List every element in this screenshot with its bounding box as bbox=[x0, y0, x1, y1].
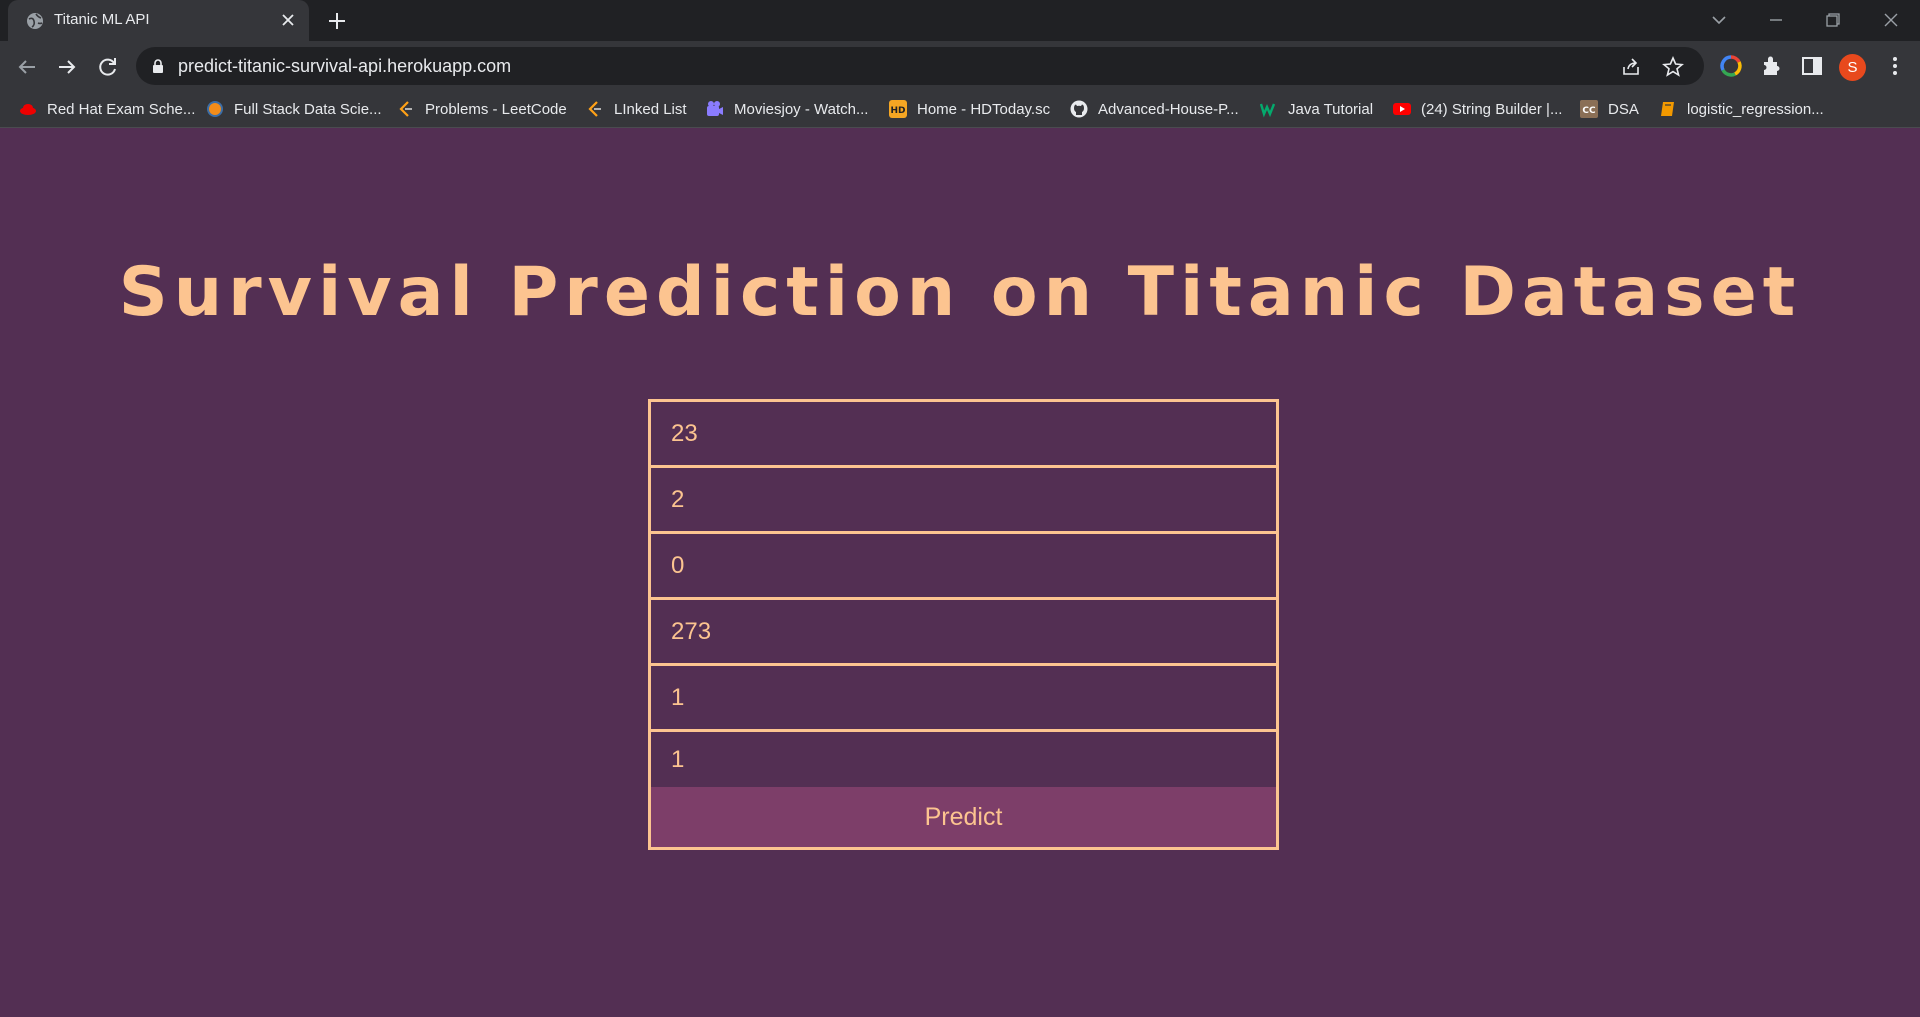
address-bar[interactable]: predict-titanic-survival-api.herokuapp.c… bbox=[136, 47, 1704, 85]
cc-icon: CC bbox=[1580, 100, 1598, 118]
new-tab-icon[interactable] bbox=[324, 10, 350, 32]
feature-input-3[interactable] bbox=[651, 534, 1276, 600]
reload-icon[interactable] bbox=[94, 53, 122, 81]
bookmark-item[interactable]: Problems - LeetCode bbox=[397, 98, 567, 120]
feature-input-1[interactable] bbox=[651, 402, 1276, 468]
bookmark-star-icon[interactable] bbox=[1662, 56, 1684, 78]
restore-icon[interactable] bbox=[1820, 8, 1846, 32]
extensions-puzzle-icon[interactable] bbox=[1759, 53, 1785, 79]
feature-input-2[interactable] bbox=[651, 468, 1276, 534]
youtube-icon bbox=[1393, 103, 1411, 115]
feature-input-5[interactable] bbox=[651, 666, 1276, 732]
w3schools-icon bbox=[1260, 103, 1276, 118]
more-menu-icon[interactable] bbox=[1882, 53, 1908, 79]
bookmarks-bar: Red Hat Exam Sche... Full Stack Data Sci… bbox=[0, 91, 1920, 128]
globe-icon bbox=[27, 13, 43, 29]
browser-tab[interactable]: Titanic ML API bbox=[8, 0, 309, 41]
side-panel-icon[interactable] bbox=[1799, 53, 1825, 79]
prediction-form: Predict bbox=[648, 399, 1279, 850]
url-text[interactable]: predict-titanic-survival-api.herokuapp.c… bbox=[178, 56, 511, 77]
bookmark-item[interactable]: (24) String Builder |... bbox=[1393, 98, 1562, 120]
profile-avatar[interactable]: S bbox=[1839, 54, 1866, 81]
hd-icon: HD bbox=[889, 100, 907, 118]
color-extension-icon[interactable] bbox=[1718, 53, 1744, 79]
orange-circle-icon bbox=[207, 101, 223, 117]
bookmark-item[interactable]: HD Home - HDToday.sc bbox=[889, 98, 1050, 120]
tab-strip: Titanic ML API bbox=[0, 0, 1920, 41]
bookmark-item[interactable]: Red Hat Exam Sche... bbox=[19, 98, 195, 120]
lock-icon[interactable] bbox=[152, 59, 164, 73]
redhat-icon bbox=[20, 104, 36, 115]
page-title: Survival Prediction on Titanic Dataset bbox=[118, 253, 1802, 332]
bookmark-item[interactable]: CC DSA bbox=[1580, 98, 1639, 120]
browser-toolbar: predict-titanic-survival-api.herokuapp.c… bbox=[0, 41, 1920, 91]
svg-text:CC: CC bbox=[1582, 106, 1596, 116]
share-icon[interactable] bbox=[1620, 56, 1642, 78]
feature-input-6[interactable] bbox=[651, 732, 1276, 787]
svg-text:HD: HD bbox=[890, 106, 905, 116]
page-content: Survival Prediction on Titanic Dataset P… bbox=[0, 129, 1920, 1017]
close-icon[interactable] bbox=[280, 12, 296, 28]
bookmark-item[interactable]: Full Stack Data Scie... bbox=[206, 98, 382, 120]
book-icon bbox=[1661, 102, 1674, 116]
window-close-icon[interactable] bbox=[1878, 8, 1904, 32]
tab-search-icon[interactable] bbox=[1706, 8, 1732, 32]
bookmark-item[interactable]: Moviesjoy - Watch... bbox=[706, 98, 868, 120]
tab-title: Titanic ML API bbox=[54, 11, 150, 28]
minimize-icon[interactable] bbox=[1763, 8, 1789, 32]
forward-arrow-icon[interactable] bbox=[53, 53, 81, 81]
bookmark-item[interactable]: LInked List bbox=[586, 98, 687, 120]
leetcode-icon bbox=[399, 101, 412, 117]
moviesjoy-icon bbox=[707, 101, 723, 116]
predict-button[interactable]: Predict bbox=[651, 787, 1276, 847]
bookmark-item[interactable]: logistic_regression... bbox=[1659, 98, 1824, 120]
feature-input-4[interactable] bbox=[651, 600, 1276, 666]
github-icon bbox=[1070, 100, 1088, 118]
leetcode-icon bbox=[588, 101, 601, 117]
back-arrow-icon[interactable] bbox=[13, 53, 41, 81]
bookmark-item[interactable]: Advanced-House-P... bbox=[1070, 98, 1239, 120]
bookmark-item[interactable]: Java Tutorial bbox=[1260, 98, 1373, 120]
